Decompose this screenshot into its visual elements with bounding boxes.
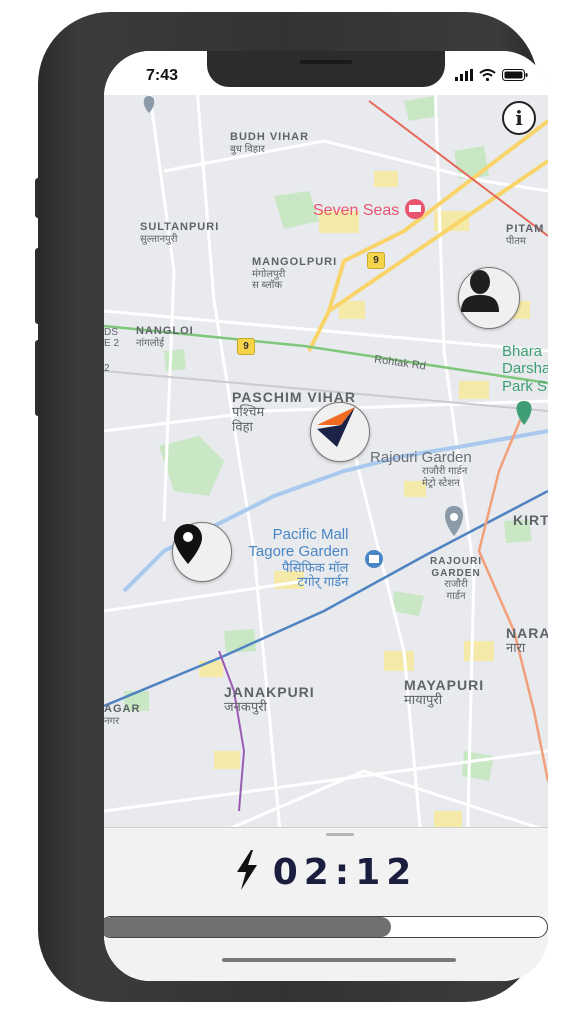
area-label: BUDH VIHAR बुध विहार [230,131,310,155]
area-label: RAJOURI GARDEN राजौरी गार्डन [430,556,483,602]
edge-label: DS [104,327,118,338]
drag-handle[interactable] [326,833,354,836]
speaker-grille [300,60,352,64]
wifi-icon [479,68,496,86]
highway-shield: 9 [367,252,385,269]
phone-frame: 9 9 BUDH VIHAR बुध विहार SULTANPURI सुल्ता… [38,12,548,1002]
vehicle-navigation-marker[interactable] [310,402,370,462]
area-label: SULTANPURI सुल्तानपुरी [140,221,220,245]
area-label: MANGOLPURI मंगोलपुरी स ब्लॉक [252,256,338,292]
phone-screen: 9 9 BUDH VIHAR बुध विहार SULTANPURI सुल्ता… [104,51,548,981]
area-label: JANAKPURI जनकपुरी [224,684,315,715]
area-label: KIRT [513,512,548,528]
info-icon: i [515,106,523,130]
poi-pacific-mall[interactable]: Pacific Mall Tagore Garden पैसिफिक मॉल ट… [242,526,348,590]
area-label: NARA नारा [506,625,548,656]
edge-label: E 2 [104,338,120,349]
notch [207,51,445,87]
poi-bharat-darshan-park[interactable]: Bhara Darsha Park SDI [502,343,548,395]
lightning-icon [235,850,259,895]
cellular-signal-icon [455,68,473,86]
info-button[interactable]: i [502,101,536,135]
poi-seven-seas[interactable]: Seven Seas [313,202,399,220]
progress-bar-fill [104,917,391,937]
area-label: NANGLOI नांगलोई [136,325,194,349]
status-time: 7:43 [146,67,179,84]
edge-label: 2 [104,363,110,374]
driver-location-marker[interactable] [458,267,520,329]
destination-pin-marker[interactable] [172,522,232,582]
area-label: AGAR नगर [104,703,141,727]
progress-bar [104,916,548,938]
highway-shield: 9 [237,338,255,355]
poi-rajouri-garden-metro[interactable]: Rajouri Garden राजौरी गार्डन मेट्रो स्टे… [370,449,472,489]
trip-timer-panel[interactable]: 02:12 [104,827,548,981]
area-label: PITAM पीतम [506,223,545,247]
countdown-timer: 02:12 [272,852,418,893]
battery-icon [502,68,528,86]
area-label: MAYAPURI मायापुरी [404,677,485,708]
home-indicator[interactable] [222,958,456,962]
